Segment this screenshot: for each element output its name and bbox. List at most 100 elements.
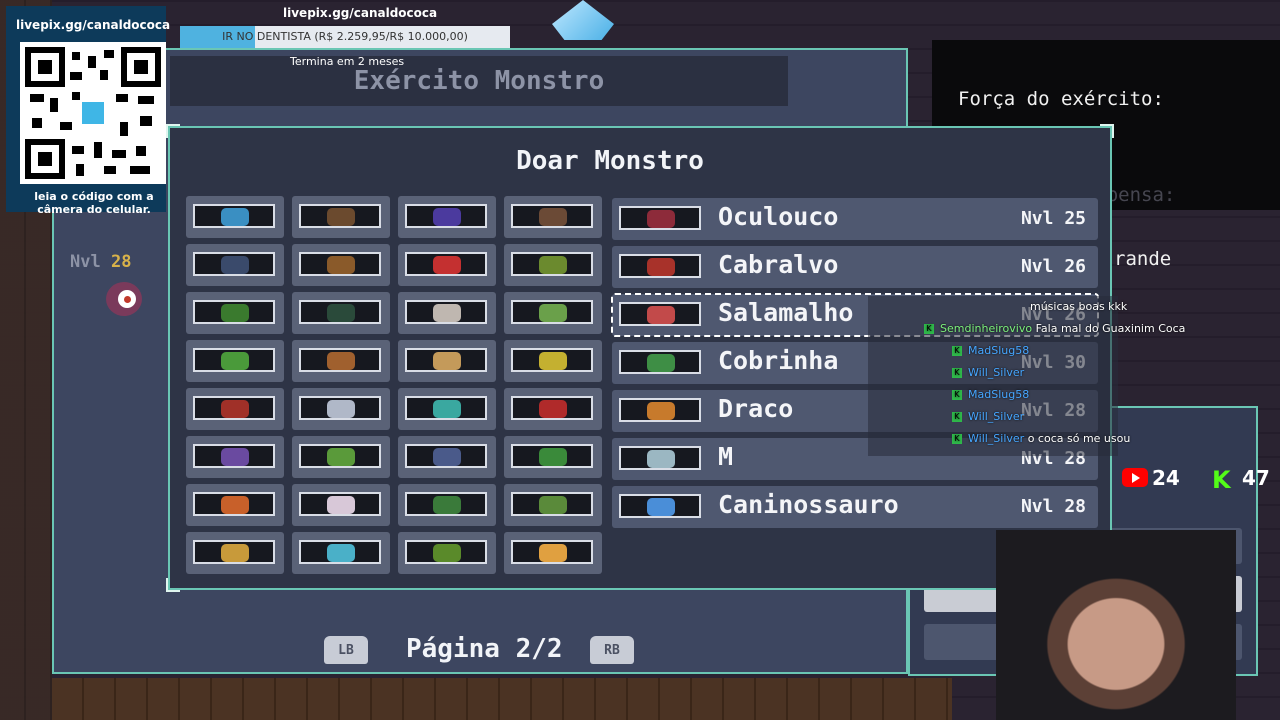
chat-message: K Semdinheirovivo Fala mal do Guaxinim Co… <box>924 322 1185 335</box>
monster-sprite-icon <box>539 352 567 370</box>
monster-sprite-icon <box>539 496 567 514</box>
monster-sprite-icon <box>647 402 675 420</box>
monster-slot[interactable] <box>292 436 390 478</box>
monster-slot-frame <box>619 302 701 326</box>
monster-slot-frame <box>193 204 275 228</box>
monster-slot[interactable] <box>292 292 390 334</box>
monster-slot[interactable] <box>398 532 496 574</box>
monster-slot[interactable] <box>398 436 496 478</box>
monster-list-row[interactable]: Caninossauro Nvl 28 <box>612 486 1098 528</box>
monster-slot[interactable] <box>398 244 496 286</box>
chat-overlay: músicas boas kkk K Semdinheirovivo Fala ma… <box>868 296 1185 456</box>
monster-slot[interactable] <box>292 484 390 526</box>
monster-slot-frame <box>405 300 487 324</box>
kick-badge-icon: K <box>924 324 934 334</box>
monster-sprite-icon <box>539 304 567 322</box>
page-indicator: Página 2/2 <box>406 634 563 664</box>
chat-message: K Will_Silver o coca só me usou <box>952 432 1130 445</box>
monster-slot[interactable] <box>398 484 496 526</box>
hero-level-label: Nvl <box>70 252 101 272</box>
monster-slot[interactable] <box>292 532 390 574</box>
monster-sprite-icon <box>647 450 675 468</box>
monster-list-row[interactable]: Oculouco Nvl 25 <box>612 198 1098 240</box>
monster-slot-frame <box>511 348 593 372</box>
monster-sprite-icon <box>539 208 567 226</box>
lb-button[interactable]: LB <box>324 636 368 664</box>
monster-slot-frame <box>511 444 593 468</box>
chat-message: K MadSlug58 <box>952 388 1029 401</box>
kick-badge-icon: K <box>952 390 962 400</box>
kick-badge-icon: K <box>952 412 962 422</box>
monster-slot[interactable] <box>504 532 602 574</box>
chat-message: músicas boas kkk <box>1030 300 1127 313</box>
monster-slot[interactable] <box>292 196 390 238</box>
monster-sprite-icon <box>433 352 461 370</box>
monster-slot-frame <box>299 492 381 516</box>
rb-button[interactable]: RB <box>590 636 634 664</box>
monster-slot[interactable] <box>504 244 602 286</box>
monster-sprite-icon <box>221 400 249 418</box>
monster-slot[interactable] <box>398 196 496 238</box>
monster-slot-frame <box>193 396 275 420</box>
pagination: LB Página 2/2 RB <box>324 634 644 668</box>
monster-name: Caninossauro <box>718 490 899 519</box>
monster-slot[interactable] <box>504 484 602 526</box>
monster-slot-frame <box>193 300 275 324</box>
monster-slot[interactable] <box>504 340 602 382</box>
army-panel-title: Exército Monstro <box>170 56 788 106</box>
monster-slot-frame <box>299 300 381 324</box>
army-force-label: Força do exército: <box>958 88 1164 110</box>
monster-slot[interactable] <box>186 388 284 430</box>
monster-slot[interactable] <box>186 532 284 574</box>
monster-slot[interactable] <box>186 436 284 478</box>
monster-sprite-icon <box>433 304 461 322</box>
kick-badge-icon: K <box>952 368 962 378</box>
monster-sprite-icon <box>327 352 355 370</box>
monster-slot-frame <box>511 492 593 516</box>
monster-slot-frame <box>405 444 487 468</box>
monster-name: Draco <box>718 394 794 423</box>
qr-donation-box: livepix.gg/canaldococa leia o código com… <box>6 6 170 216</box>
monster-slot[interactable] <box>398 292 496 334</box>
monster-slot[interactable] <box>186 484 284 526</box>
chat-message: K MadSlug58 <box>952 344 1029 357</box>
monster-slot[interactable] <box>186 196 284 238</box>
monster-sprite-icon <box>221 496 249 514</box>
chat-username: Will_Silver <box>968 366 1025 379</box>
monster-name: Salamalho <box>718 298 854 327</box>
monster-slot[interactable] <box>504 436 602 478</box>
monster-slot[interactable] <box>186 340 284 382</box>
monster-slot-frame <box>299 396 381 420</box>
monster-slot-frame <box>619 206 701 230</box>
qr-url: livepix.gg/canaldococa <box>16 18 171 32</box>
monster-slot[interactable] <box>504 292 602 334</box>
monster-slot[interactable] <box>186 244 284 286</box>
monster-slot[interactable] <box>398 388 496 430</box>
monster-sprite-icon <box>327 448 355 466</box>
monster-sprite-icon <box>221 208 249 226</box>
monster-slot[interactable] <box>292 388 390 430</box>
monster-sprite-icon <box>433 208 461 226</box>
kick-viewer-count: 47 <box>1242 466 1270 490</box>
qr-caption: leia o código com a câmera do celular. <box>34 190 154 216</box>
monster-slot-frame <box>405 252 487 276</box>
monster-sprite-icon <box>647 354 675 372</box>
chat-username: MadSlug58 <box>968 344 1030 357</box>
monster-slot[interactable] <box>504 388 602 430</box>
monster-slot-frame <box>511 204 593 228</box>
monster-list-row[interactable]: Cabralvo Nvl 26 <box>612 246 1098 288</box>
monster-sprite-icon <box>327 400 355 418</box>
monster-slot[interactable] <box>398 340 496 382</box>
monster-slot[interactable] <box>292 340 390 382</box>
monster-slot-frame <box>511 300 593 324</box>
hero-monster-sprite <box>96 276 148 332</box>
monster-slot[interactable] <box>186 292 284 334</box>
monster-slot-frame <box>193 348 275 372</box>
monster-level: Nvl 28 <box>1020 496 1086 517</box>
monster-slot[interactable] <box>504 196 602 238</box>
monster-sprite-icon <box>539 448 567 466</box>
monster-name: M <box>718 442 734 471</box>
monster-slot[interactable] <box>292 244 390 286</box>
monster-name: Cabralvo <box>718 250 839 279</box>
kick-badge-icon: K <box>952 434 962 444</box>
